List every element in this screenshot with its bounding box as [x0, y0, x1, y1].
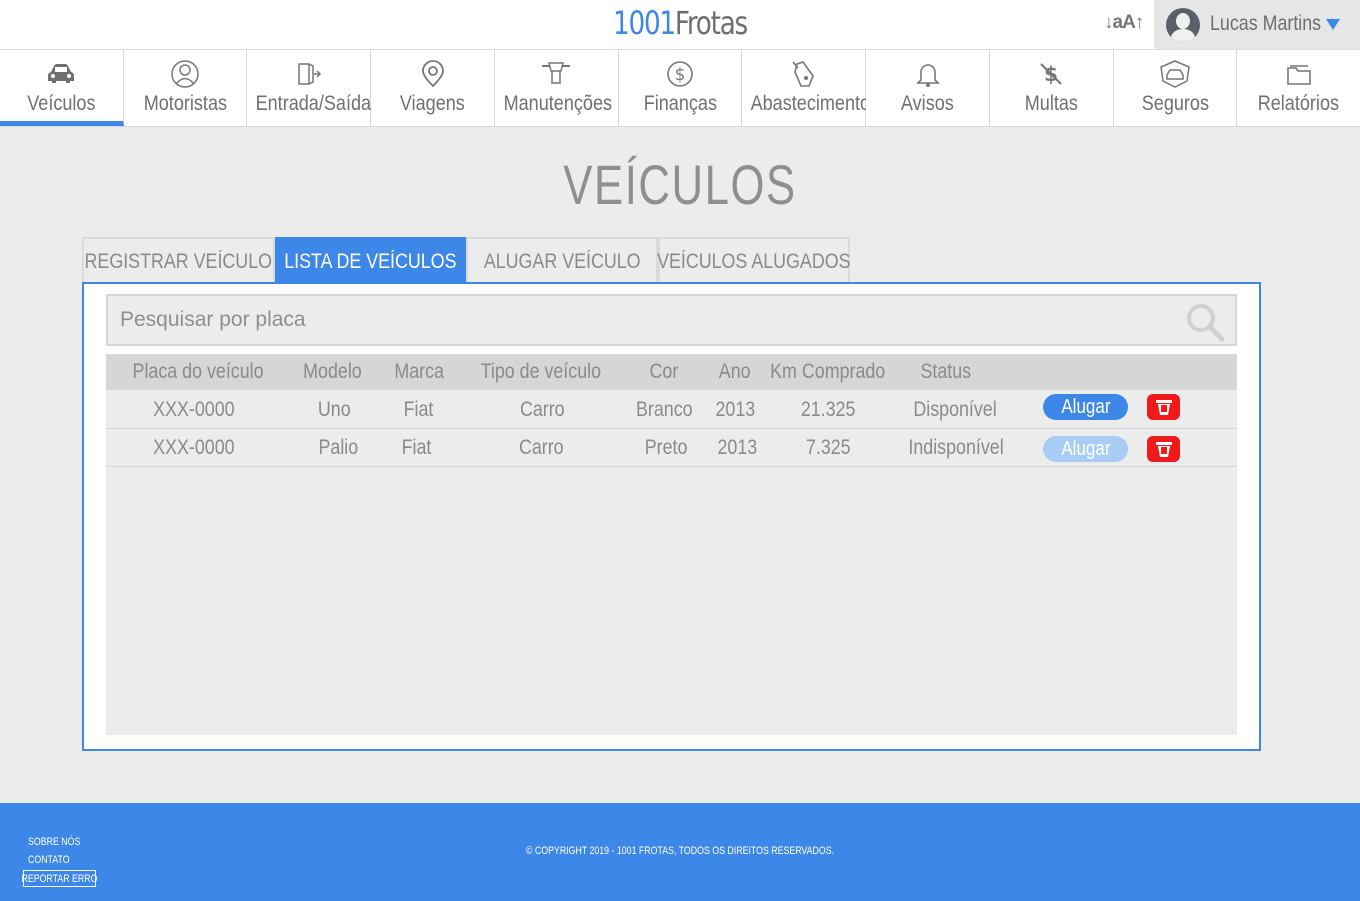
cell-year: 2013 [715, 397, 755, 421]
fuel-pump-icon [742, 60, 865, 88]
tab-registrar-veiculo[interactable]: REGISTRAR VEÍCULO [82, 237, 275, 284]
copyright-text: © COPYRIGHT 2019 - 1001 FROTAS, TODOS OS… [525, 845, 835, 857]
delete-button[interactable] [1147, 436, 1180, 462]
trash-icon [1155, 442, 1172, 457]
nav-label: Manutenções [503, 92, 612, 115]
footer-about-link[interactable]: SOBRE NÓS [28, 836, 80, 848]
table-row: XXX-0000 Palio Fiat Carro Preto 2013 7.3… [106, 429, 1237, 467]
cell-km: 7.325 [805, 435, 851, 459]
nav-label: Entrada/Saída [256, 92, 372, 115]
cell-brand: Fiat [404, 397, 434, 421]
cell-km: 21.325 [800, 397, 856, 421]
logo-number: 1001 [613, 4, 676, 42]
folder-icon [1237, 60, 1360, 88]
insurance-icon [1114, 60, 1237, 88]
fine-icon: $ [990, 60, 1113, 88]
cell-model: Palio [318, 435, 358, 459]
delete-button[interactable] [1147, 394, 1180, 420]
main-nav: Veículos Motoristas Entrada/Saída Viagen… [0, 50, 1360, 127]
car-icon [0, 60, 123, 88]
user-name: Lucas Martins [1210, 12, 1322, 35]
header-km: Km Comprado [770, 360, 886, 383]
nav-label: Multas [1024, 92, 1078, 115]
search-icon[interactable] [1185, 302, 1225, 342]
rent-button[interactable]: Alugar [1043, 436, 1128, 462]
tab-alugar-veiculo[interactable]: ALUGAR VEÍCULO [466, 237, 658, 284]
cell-model: Uno [317, 397, 351, 421]
cell-type: Carro [518, 435, 564, 459]
entry-exit-icon [247, 60, 370, 88]
top-header: 1001Frotas ↓aA↑ Lucas Martins [0, 0, 1360, 50]
vehicle-list-panel: Placa do veículo Modelo Marca Tipo de ve… [82, 282, 1261, 751]
nav-item-veiculos[interactable]: Veículos [0, 50, 124, 126]
nav-label: Avisos [901, 92, 954, 115]
nav-item-manutencoes[interactable]: Manutenções [494, 50, 619, 126]
avatar [1166, 8, 1200, 42]
nav-item-multas[interactable]: $ Multas [989, 50, 1114, 126]
header-color: Cor [649, 360, 679, 383]
svg-text:$: $ [675, 65, 686, 85]
footer-contact-link[interactable]: CONTATO [28, 854, 70, 866]
bell-icon [866, 60, 989, 88]
app-logo[interactable]: 1001Frotas [122, 4, 1237, 42]
nav-item-avisos[interactable]: Avisos [866, 50, 990, 126]
nav-item-relatorios[interactable]: Relatórios [1237, 50, 1360, 126]
header-plate: Placa do veículo [132, 360, 264, 383]
footer: SOBRE NÓS CONTATO REPORTAR ERRO © COPYRI… [0, 803, 1360, 901]
chevron-down-icon[interactable] [1326, 19, 1340, 30]
cell-brand: Fiat [402, 435, 432, 459]
nav-item-motoristas[interactable]: Motoristas [123, 50, 248, 126]
trash-icon [1155, 400, 1172, 415]
vehicle-table: Placa do veículo Modelo Marca Tipo de ve… [106, 354, 1237, 735]
user-menu[interactable]: Lucas Martins [1154, 0, 1360, 49]
tab-veiculos-alugados[interactable]: VEÍCULOS ALUGADOS [657, 237, 851, 284]
wrench-icon [495, 60, 618, 88]
header-model: Modelo [302, 360, 362, 383]
cell-plate: XXX-0000 [153, 435, 235, 459]
nav-label: Relatórios [1258, 92, 1340, 115]
cell-year: 2013 [717, 435, 757, 459]
font-size-toggle-icon[interactable]: ↓aA↑ [1104, 12, 1144, 34]
cell-color: Preto [644, 435, 688, 459]
nav-item-abastecimento[interactable]: Abastecimento [742, 50, 871, 126]
nav-label: Motoristas [143, 92, 227, 115]
nav-item-financas[interactable]: $ Finanças [618, 50, 743, 126]
search-input[interactable] [108, 296, 1178, 344]
nav-item-viagens[interactable]: Viagens [371, 50, 495, 126]
header-year: Ano [719, 360, 751, 383]
nav-label: Finanças [643, 92, 717, 115]
search-bar [106, 294, 1237, 346]
logo-name: Frotas [674, 4, 748, 42]
report-error-button[interactable]: REPORTAR ERRO [22, 870, 97, 887]
map-pin-icon [371, 60, 494, 88]
header-status: Status [920, 360, 972, 383]
table-header: Placa do veículo Modelo Marca Tipo de ve… [106, 354, 1237, 390]
nav-label: Veículos [27, 92, 96, 115]
nav-item-entrada-saida[interactable]: Entrada/Saída [247, 50, 372, 126]
nav-item-seguros[interactable]: Seguros [1113, 50, 1238, 126]
cell-status: Indisponível [908, 435, 1004, 459]
rent-button[interactable]: Alugar [1043, 394, 1128, 420]
driver-icon [124, 60, 247, 88]
nav-label: Abastecimento [750, 92, 871, 115]
table-row: XXX-0000 Uno Fiat Carro Branco 2013 21.3… [106, 391, 1237, 429]
cell-type: Carro [519, 397, 565, 421]
header-type: Tipo de veículo [480, 360, 602, 383]
tab-lista-de-veiculos[interactable]: LISTA DE VEÍCULOS [275, 237, 466, 284]
header-brand: Marca [394, 360, 444, 383]
page-title: VEÍCULOS [563, 153, 797, 216]
cell-color: Branco [635, 397, 693, 421]
cell-status: Disponível [913, 397, 997, 421]
nav-label: Seguros [1141, 92, 1209, 115]
nav-label: Viagens [400, 92, 466, 115]
dollar-icon: $ [619, 60, 742, 88]
cell-plate: XXX-0000 [153, 397, 235, 421]
tab-bar: REGISTRAR VEÍCULO LISTA DE VEÍCULOS ALUG… [82, 237, 851, 284]
